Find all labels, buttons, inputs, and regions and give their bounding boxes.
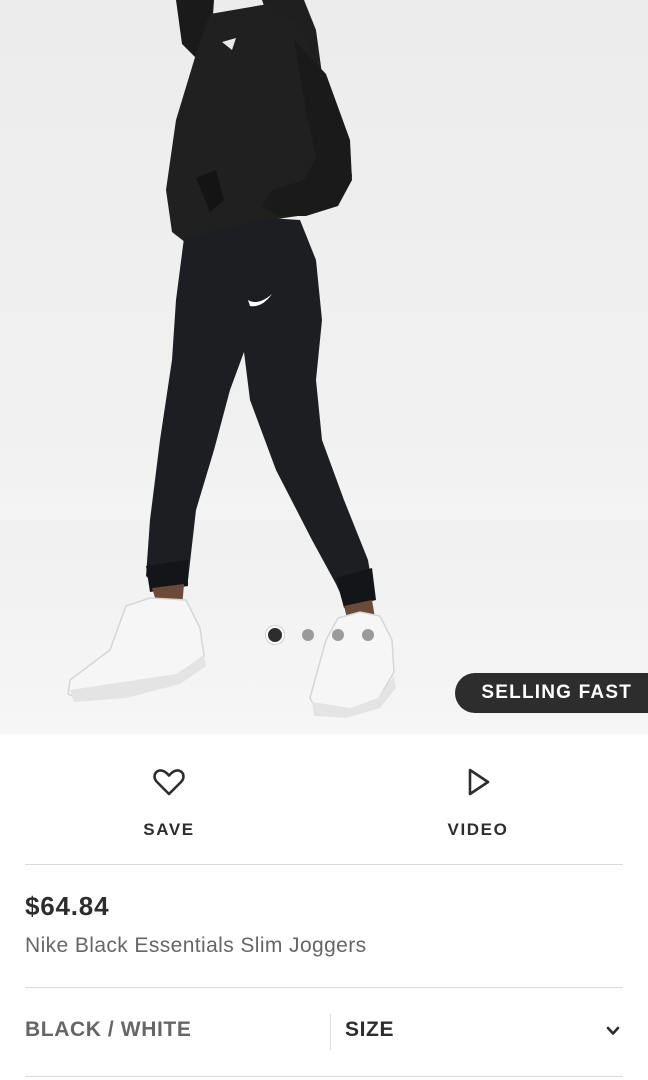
play-icon: [468, 768, 490, 796]
product-image[interactable]: SELLING FAST: [0, 0, 648, 734]
carousel-dot-4[interactable]: [362, 629, 374, 641]
divider: [25, 1076, 623, 1077]
save-label: SAVE: [143, 820, 195, 839]
carousel-indicator: [266, 626, 374, 644]
color-value: BLACK / WHITE: [25, 1018, 192, 1041]
action-row: SAVE VIDEO: [0, 734, 648, 864]
product-price: $64.84: [25, 891, 110, 921]
carousel-dot-1[interactable]: [266, 626, 284, 644]
divider: [25, 864, 623, 865]
model-illustration: [67, 0, 396, 718]
chevron-down-icon: [606, 1026, 620, 1035]
save-button[interactable]: SAVE: [99, 764, 239, 840]
carousel-dot-2[interactable]: [302, 629, 314, 641]
size-label: SIZE: [345, 1018, 395, 1041]
video-button[interactable]: VIDEO: [408, 764, 548, 840]
divider: [25, 987, 623, 988]
heart-icon: [153, 769, 185, 796]
size-select[interactable]: SIZE: [331, 1010, 623, 1054]
video-label: VIDEO: [447, 820, 509, 839]
product-name: Nike Black Essentials Slim Joggers: [25, 934, 367, 957]
carousel-dot-3[interactable]: [332, 629, 344, 641]
selling-fast-badge: SELLING FAST: [455, 673, 648, 713]
